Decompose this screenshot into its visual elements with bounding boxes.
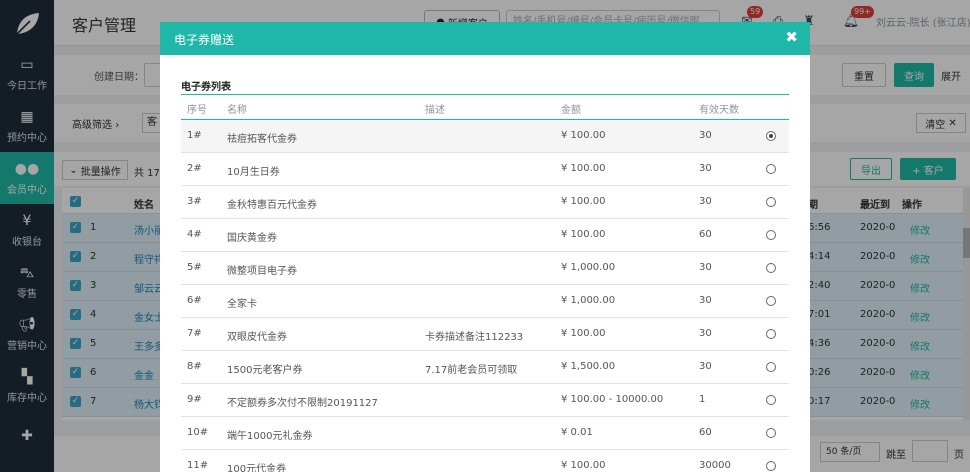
coupon-valid-days: 30000: [699, 460, 731, 471]
coupon-valid-days: 30: [699, 196, 712, 207]
coupon-row[interactable]: 11# 100元代金券 ¥ 100.00 30000: [181, 450, 789, 472]
header-name: 名称: [227, 105, 247, 116]
coupon-valid-days: 30: [699, 262, 712, 273]
coupon-name: 金秋特惠百元代金券: [227, 200, 317, 211]
coupon-valid-days: 60: [699, 427, 712, 438]
coupon-row[interactable]: 6# 全家卡 ¥ 1,000.00 30: [181, 285, 789, 318]
header-description: 描述: [425, 105, 445, 116]
coupon-index: 2#: [187, 163, 202, 174]
coupon-select-radio[interactable]: [766, 362, 776, 372]
coupon-index: 7#: [187, 328, 202, 339]
coupon-description: 卡券描述备注112233: [425, 332, 524, 343]
coupon-valid-days: 1: [699, 394, 706, 405]
coupon-index: 8#: [187, 361, 202, 372]
coupon-row[interactable]: 5# 微整项目电子券 ¥ 1,000.00 30: [181, 252, 789, 285]
coupon-select-radio[interactable]: [766, 395, 776, 405]
coupon-valid-days: 30: [699, 361, 712, 372]
coupon-select-radio[interactable]: [766, 164, 776, 174]
coupon-amount: ¥ 100.00: [561, 328, 606, 339]
coupon-index: 3#: [187, 196, 202, 207]
coupon-name: 不定额券多次付不限制20191127: [227, 398, 378, 409]
coupon-select-radio[interactable]: [766, 230, 776, 240]
coupon-name: 100元代金券: [227, 464, 287, 472]
coupon-name: 国庆黄金券: [227, 233, 277, 244]
coupon-valid-days: 30: [699, 328, 712, 339]
modal-title: 电子券赠送: [174, 33, 235, 47]
coupon-index: 1#: [187, 130, 202, 141]
coupon-select-radio[interactable]: [766, 428, 776, 438]
coupon-select-radio[interactable]: [766, 197, 776, 207]
coupon-row[interactable]: 7# 双眼皮代金券 卡券描述备注112233 ¥ 100.00 30: [181, 318, 789, 351]
coupon-index: 9#: [187, 394, 202, 405]
coupon-row[interactable]: 1# 祛痘拓客代金券 ¥ 100.00 30: [181, 120, 789, 153]
coupon-table: 序号 名称 描述 金额 有效天数 1# 祛痘拓客代金券 ¥ 100.00 30 2# 10…: [181, 94, 789, 472]
coupon-amount: ¥ 1,000.00: [561, 262, 616, 273]
coupon-select-radio[interactable]: [766, 263, 776, 273]
coupon-name: 端午1000元礼金券: [227, 431, 313, 442]
coupon-gift-modal: 电子券赠送 ✖ 电子券列表 序号 名称 描述 金额 有效天数 1# 祛痘拓客代金券…: [160, 22, 810, 472]
coupon-index: 5#: [187, 262, 202, 273]
coupon-amount: ¥ 100.00 - 10000.00: [561, 394, 664, 405]
coupon-valid-days: 30: [699, 130, 712, 141]
coupon-amount: ¥ 100.00: [561, 460, 606, 471]
coupon-select-radio[interactable]: [766, 131, 776, 141]
coupon-table-header: 序号 名称 描述 金额 有效天数: [181, 94, 789, 120]
coupon-name: 10月生日券: [227, 167, 280, 178]
header-valid-days: 有效天数: [699, 105, 739, 116]
close-icon[interactable]: ✖: [785, 29, 798, 45]
coupon-index: 10#: [187, 427, 209, 438]
coupon-row[interactable]: 4# 国庆黄金券 ¥ 100.00 60: [181, 219, 789, 252]
coupon-select-radio[interactable]: [766, 296, 776, 306]
coupon-index: 4#: [187, 229, 202, 240]
coupon-amount: ¥ 100.00: [561, 196, 606, 207]
coupon-list-label: 电子券列表: [181, 82, 231, 93]
coupon-row[interactable]: 10# 端午1000元礼金券 ¥ 0.01 60: [181, 417, 789, 450]
coupon-amount: ¥ 1,500.00: [561, 361, 616, 372]
coupon-valid-days: 60: [699, 229, 712, 240]
coupon-index: 6#: [187, 295, 202, 306]
coupon-amount: ¥ 1,000.00: [561, 295, 616, 306]
coupon-valid-days: 30: [699, 163, 712, 174]
coupon-amount: ¥ 100.00: [561, 130, 606, 141]
coupon-name: 微整项目电子券: [227, 266, 297, 277]
coupon-name: 祛痘拓客代金券: [227, 134, 297, 145]
header-amount: 金额: [561, 105, 581, 116]
coupon-select-radio[interactable]: [766, 461, 776, 471]
coupon-amount: ¥ 0.01: [561, 427, 593, 438]
coupon-row[interactable]: 2# 10月生日券 ¥ 100.00 30: [181, 153, 789, 186]
coupon-amount: ¥ 100.00: [561, 229, 606, 240]
coupon-amount: ¥ 100.00: [561, 163, 606, 174]
header-index: 序号: [187, 105, 207, 116]
coupon-select-radio[interactable]: [766, 329, 776, 339]
coupon-name: 双眼皮代金券: [227, 332, 287, 343]
coupon-index: 11#: [187, 460, 209, 471]
modal-header: 电子券赠送 ✖: [160, 22, 810, 55]
coupon-row[interactable]: 8# 1500元老客户券 7.17前老会员可领取 ¥ 1,500.00 30: [181, 351, 789, 384]
coupon-name: 全家卡: [227, 299, 257, 310]
coupon-row[interactable]: 9# 不定额券多次付不限制20191127 ¥ 100.00 - 10000.00 1: [181, 384, 789, 417]
coupon-description: 7.17前老会员可领取: [425, 365, 518, 376]
coupon-valid-days: 30: [699, 295, 712, 306]
coupon-name: 1500元老客户券: [227, 365, 303, 376]
coupon-row[interactable]: 3# 金秋特惠百元代金券 ¥ 100.00 30: [181, 186, 789, 219]
